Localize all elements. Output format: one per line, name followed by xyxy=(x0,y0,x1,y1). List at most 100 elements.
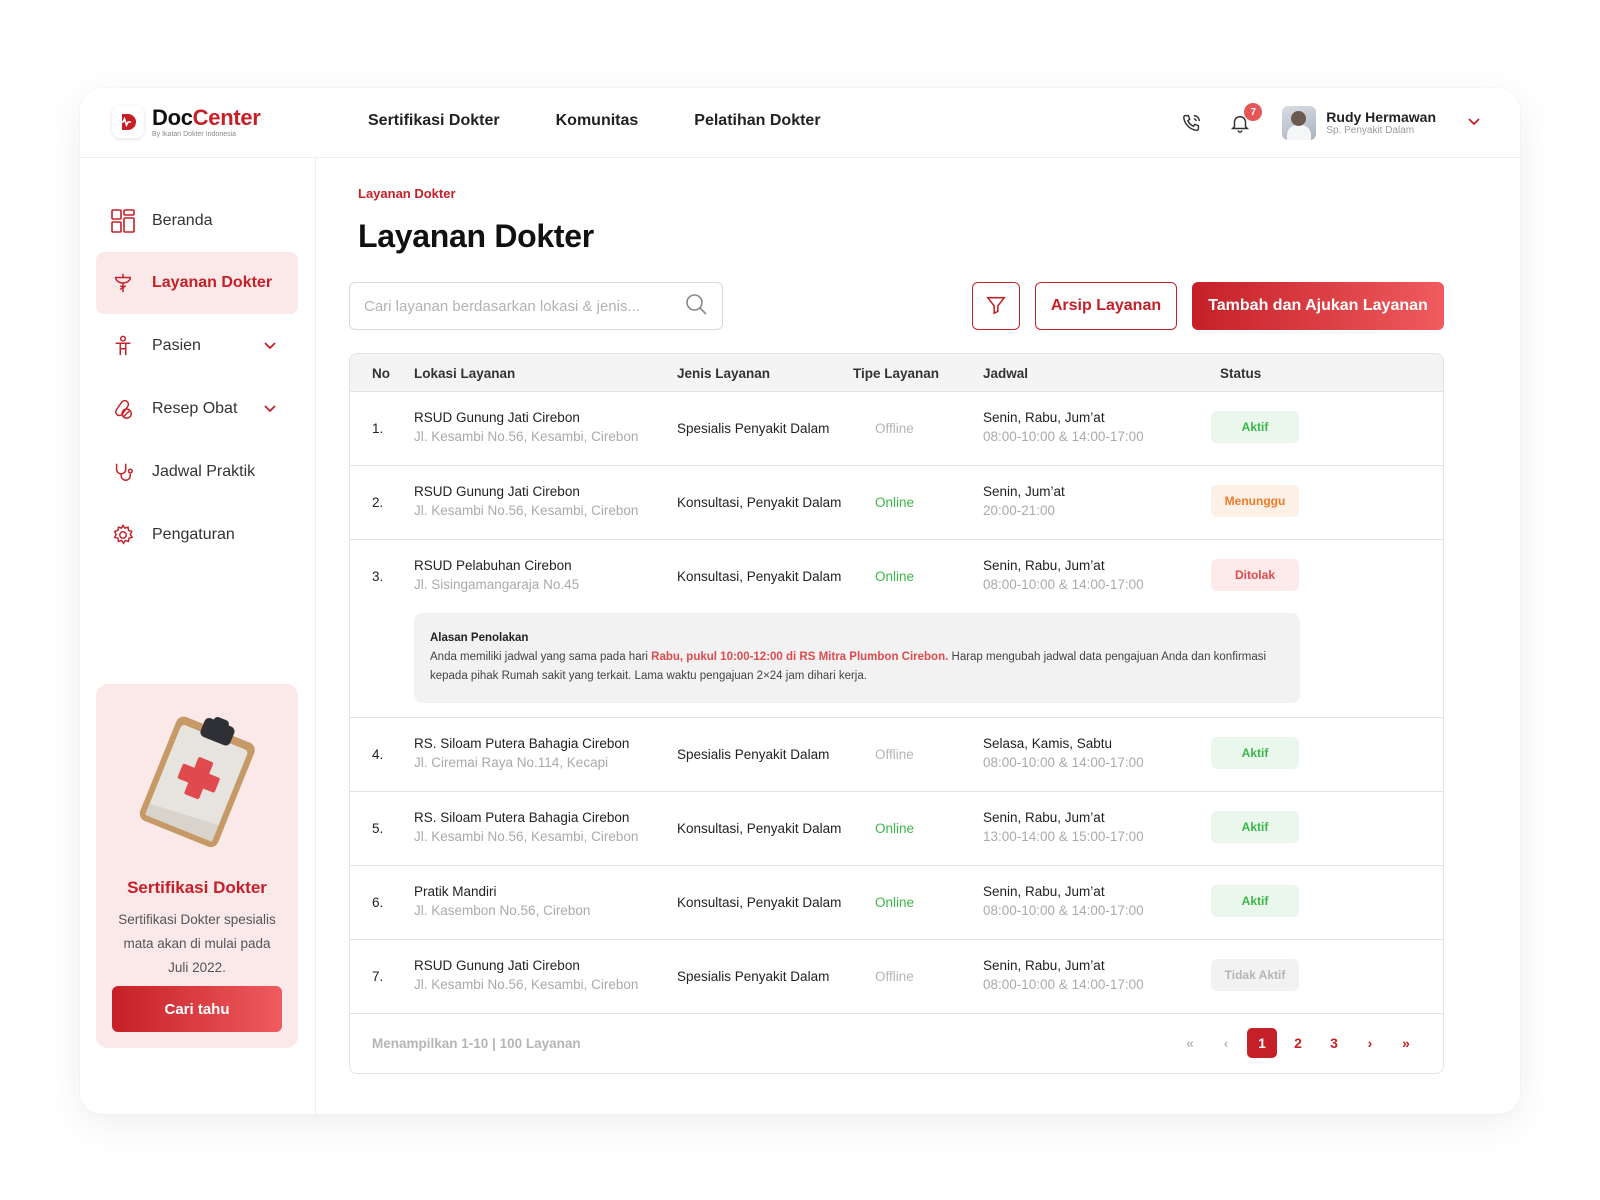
page-button-2[interactable]: 2 xyxy=(1283,1028,1313,1058)
row-number: 6. xyxy=(372,895,384,910)
logo-icon xyxy=(112,106,144,138)
sidebar-item-layanan-dokter[interactable]: Layanan Dokter xyxy=(96,252,298,314)
stethoscope-icon xyxy=(110,459,136,485)
row-schedule: Senin, Rabu, Jum’at 13:00-14:00 & 15:00-1… xyxy=(983,810,1144,844)
clipboard-illustration xyxy=(136,710,260,855)
row-location: RS. Siloam Putera Bahagia Cirebon Jl. Cir… xyxy=(414,736,630,770)
avatar[interactable] xyxy=(1282,106,1317,140)
last-page-button[interactable]: » xyxy=(1391,1028,1421,1058)
row-service-type: Konsultasi, Penyakit Dalam xyxy=(677,569,842,584)
row-schedule: Selasa, Kamis, Sabtu 08:00-10:00 & 14:00-… xyxy=(983,736,1144,770)
prev-page-button[interactable]: ‹ xyxy=(1211,1028,1241,1058)
bell-icon[interactable]: 7 xyxy=(1228,103,1263,135)
gear-icon xyxy=(110,522,136,548)
sidebar-item-pasien[interactable]: Pasien xyxy=(96,315,298,377)
user-name: Rudy Hermawan xyxy=(1326,108,1436,125)
grid-icon xyxy=(110,208,136,234)
sidebar: Beranda Layanan Dokter Pasien Resep Obat xyxy=(80,158,316,1114)
col-header-no: No xyxy=(372,366,390,381)
user-info[interactable]: Rudy Hermawan Sp. Penyakit Dalam xyxy=(1326,109,1436,138)
add-service-button[interactable]: Tambah dan Ajukan Layanan xyxy=(1192,282,1444,330)
next-page-button[interactable]: › xyxy=(1355,1028,1385,1058)
patient-icon xyxy=(110,333,136,359)
pagination: « ‹ 1 2 3 › » xyxy=(1175,1028,1421,1058)
top-right-tools: 7 Rudy Hermawan Sp. Penyakit Dalam xyxy=(1180,102,1482,144)
row-schedule: Senin, Rabu, Jum’at 08:00-10:00 & 14:00-1… xyxy=(983,558,1144,592)
top-bar: DocCenter By Ikatan Dokter Indonesia Ser… xyxy=(80,88,1520,158)
user-role: Sp. Penyakit Dalam xyxy=(1326,125,1415,137)
table-row[interactable]: 3. RSUD Pelabuhan Cirebon Jl. Sisingamang… xyxy=(350,540,1443,718)
sidebar-item-label: Pasien xyxy=(152,337,201,354)
row-service-mode: Offline xyxy=(875,969,914,984)
table-row[interactable]: 7. RSUD Gunung Jati Cirebon Jl. Kesambi N… xyxy=(350,940,1443,1014)
phone-call-icon[interactable] xyxy=(1180,111,1204,135)
row-location: RSUD Gunung Jati Cirebon Jl. Kesambi No.5… xyxy=(414,484,639,518)
col-header-location: Lokasi Layanan xyxy=(414,366,516,381)
row-number: 2. xyxy=(372,495,384,510)
row-schedule: Senin, Rabu, Jum’at 08:00-10:00 & 14:00-1… xyxy=(983,884,1144,918)
row-service-mode: Online xyxy=(875,821,915,836)
sidebar-item-beranda[interactable]: Beranda xyxy=(96,190,298,252)
row-service-type: Konsultasi, Penyakit Dalam xyxy=(677,821,842,836)
row-schedule: Senin, Rabu, Jum’at 08:00-10:00 & 14:00-1… xyxy=(983,410,1144,444)
table-row[interactable]: 5. RS. Siloam Putera Bahagia Cirebon Jl. … xyxy=(350,792,1443,866)
chevron-down-icon[interactable] xyxy=(1466,113,1482,134)
rejection-title: Alasan Penolakan xyxy=(430,632,529,644)
table-row[interactable]: 2. RSUD Gunung Jati Cirebon Jl. Kesambi N… xyxy=(350,466,1443,540)
chevron-down-icon[interactable] xyxy=(262,337,278,358)
rejection-text: Anda memiliki jadwal yang sama pada hari… xyxy=(430,651,1267,682)
col-header-mode: Tipe Layanan xyxy=(853,366,940,381)
filter-button[interactable] xyxy=(972,282,1020,330)
breadcrumb[interactable]: Layanan Dokter xyxy=(358,186,456,201)
services-table: No Lokasi Layanan Jenis Layanan Tipe Lay… xyxy=(349,353,1444,1074)
table-row[interactable]: 1. RSUD Gunung Jati Cirebon Jl. Kesambi N… xyxy=(350,392,1443,466)
status-badge: Aktif xyxy=(1211,811,1299,843)
topnav-sertifikasi-dokter[interactable]: Sertifikasi Dokter xyxy=(368,112,500,130)
row-location: RS. Siloam Putera Bahagia Cirebon Jl. Kes… xyxy=(414,810,639,844)
brand-tagline: By Ikatan Dokter Indonesia xyxy=(152,130,237,138)
row-number: 1. xyxy=(372,421,384,436)
sidebar-item-label: Layanan Dokter xyxy=(152,274,273,291)
logo[interactable]: DocCenter By Ikatan Dokter Indonesia xyxy=(112,106,261,138)
row-service-type: Konsultasi, Penyakit Dalam xyxy=(677,895,842,910)
page-button-3[interactable]: 3 xyxy=(1319,1028,1349,1058)
sidebar-item-resep-obat[interactable]: Resep Obat xyxy=(96,378,298,440)
search-icon[interactable] xyxy=(684,292,708,321)
promo-learn-more-button[interactable]: Cari tahu xyxy=(112,986,282,1032)
row-number: 4. xyxy=(372,747,384,762)
archive-button[interactable]: Arsip Layanan xyxy=(1035,282,1177,330)
row-service-type: Spesialis Penyakit Dalam xyxy=(677,969,830,984)
promo-card: Sertifikasi Dokter Sertifikasi Dokter sp… xyxy=(96,684,298,1048)
status-badge: Menunggu xyxy=(1211,485,1299,517)
col-header-type: Jenis Layanan xyxy=(677,366,771,381)
col-header-status: Status xyxy=(1220,366,1262,381)
sidebar-item-label: Pengaturan xyxy=(152,526,235,543)
sidebar-item-label: Jadwal Praktik xyxy=(152,463,256,480)
status-badge: Aktif xyxy=(1211,411,1299,443)
sidebar-item-jadwal-praktik[interactable]: Jadwal Praktik xyxy=(96,441,298,503)
promo-text: Sertifikasi Dokter spesialis mata akan d… xyxy=(118,912,276,975)
row-location: RSUD Gunung Jati Cirebon Jl. Kesambi No.5… xyxy=(414,410,639,444)
topnav-komunitas[interactable]: Komunitas xyxy=(556,112,639,130)
medical-service-icon xyxy=(110,270,136,296)
chevron-down-icon[interactable] xyxy=(262,400,278,421)
promo-title: Sertifikasi Dokter xyxy=(127,878,267,897)
row-service-mode: Offline xyxy=(875,747,914,762)
sidebar-item-pengaturan[interactable]: Pengaturan xyxy=(96,504,298,566)
main-content: Layanan Dokter Layanan Dokter Arsip Laya… xyxy=(316,158,1520,1114)
first-page-button[interactable]: « xyxy=(1175,1028,1205,1058)
col-header-schedule: Jadwal xyxy=(983,366,1029,381)
result-count: Menampilkan 1-10 | 100 Layanan xyxy=(372,1036,581,1051)
table-row[interactable]: 4. RS. Siloam Putera Bahagia Cirebon Jl. … xyxy=(350,718,1443,792)
page-button-1[interactable]: 1 xyxy=(1247,1028,1277,1058)
table-row[interactable]: 6. Pratik Mandiri Jl. Kasembon No.56, Cir… xyxy=(350,866,1443,940)
row-service-type: Spesialis Penyakit Dalam xyxy=(677,421,830,436)
row-location: RSUD Pelabuhan Cirebon Jl. Sisingamangara… xyxy=(414,558,580,592)
topnav-pelatihan-dokter[interactable]: Pelatihan Dokter xyxy=(694,112,820,130)
status-badge: Aktif xyxy=(1211,737,1299,769)
search-input[interactable] xyxy=(364,297,684,315)
sidebar-item-label: Beranda xyxy=(152,212,213,229)
row-location: Pratik Mandiri Jl. Kasembon No.56, Cirebo… xyxy=(414,884,591,918)
row-schedule: Senin, Rabu, Jum’at 08:00-10:00 & 14:00-1… xyxy=(983,958,1144,992)
logo-text: DocCenter By Ikatan Dokter Indonesia xyxy=(152,106,261,138)
